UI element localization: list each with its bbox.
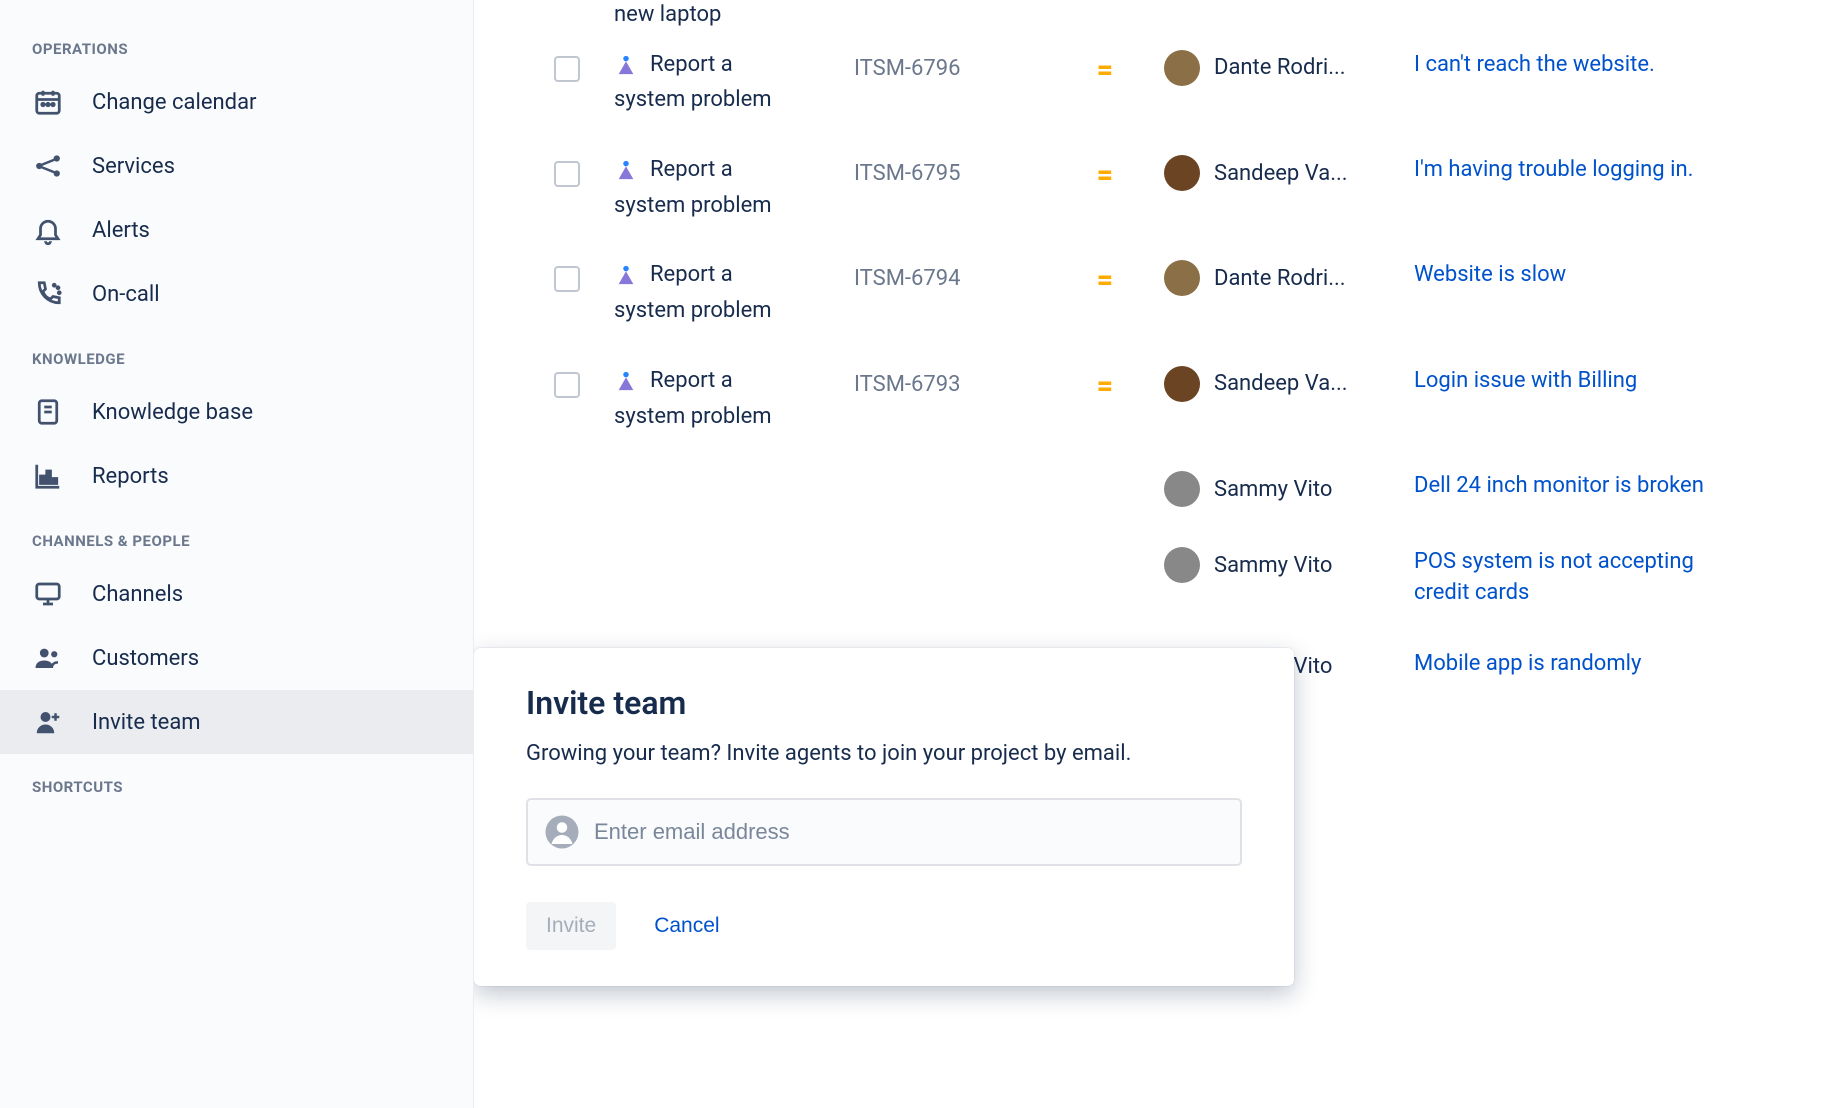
dialog-title: Invite team [526,684,1242,722]
nav-label: Invite team [92,710,201,735]
nav-label: On-call [92,282,160,307]
services-icon [32,150,64,182]
sidebar-item-alerts[interactable]: Alerts [0,198,473,262]
person-icon [544,814,580,850]
nav-label: Customers [92,646,199,671]
reporter-name: Sammy Vito [1214,553,1332,578]
priority-medium-icon: = [1097,56,1111,84]
summary-link[interactable]: Website is slow [1414,260,1566,291]
table-row: Sammy Vito POS system is not accepting c… [554,527,1844,629]
priority-medium-icon: = [1097,266,1111,294]
section-label-channels-people: CHANNELS & PEOPLE [0,508,473,562]
summary-link[interactable]: POS system is not accepting credit cards [1414,547,1734,609]
summary-link[interactable]: Login issue with Billing [1414,366,1637,397]
avatar [1164,155,1200,191]
row-checkbox[interactable] [554,56,580,82]
issue-key[interactable]: ITSM-6796 [854,50,1044,81]
table-row: Report a system problem ITSM-6795 = Sand… [554,135,1844,240]
avatar [1164,471,1200,507]
reporter-name: Dante Rodri... [1214,266,1346,291]
people-icon [32,642,64,674]
avatar [1164,547,1200,583]
request-type-text: Report a [650,260,733,290]
nav-label: Services [92,154,175,179]
sidebar-item-customers[interactable]: Customers [0,626,473,690]
email-input[interactable] [594,819,1224,845]
reporter-name: Sammy Vito [1214,477,1332,502]
sidebar: OPERATIONS Change calendar Services Aler… [0,0,474,1108]
row-checkbox[interactable] [554,372,580,398]
avatar [1164,260,1200,296]
queue-table: new laptop Report a system problem ITSM-… [554,0,1844,705]
request-type-text: new laptop [614,0,721,30]
sidebar-item-on-call[interactable]: On-call [0,262,473,326]
sidebar-item-reports[interactable]: Reports [0,444,473,508]
invite-team-dialog: Invite team Growing your team? Invite ag… [474,648,1294,986]
dialog-description: Growing your team? Invite agents to join… [526,738,1242,770]
row-checkbox[interactable] [554,266,580,292]
nav-label: Knowledge base [92,400,253,425]
summary-link[interactable]: I can't reach the website. [1414,50,1655,81]
issue-key[interactable]: ITSM-6793 [854,366,1044,397]
request-type-text: Report a [650,366,733,396]
summary-link[interactable]: Dell 24 inch monitor is broken [1414,471,1704,502]
monitor-icon [32,578,64,610]
section-label-knowledge: KNOWLEDGE [0,326,473,380]
sidebar-item-change-calendar[interactable]: Change calendar [0,70,473,134]
chart-icon [32,460,64,492]
cancel-button[interactable]: Cancel [634,902,739,950]
table-row: Report a system problem ITSM-6793 = Sand… [554,346,1844,451]
table-row: Report a system problem ITSM-6796 = Dant… [554,30,1844,135]
request-type-text: Report a [650,155,733,185]
invite-button[interactable]: Invite [526,902,616,950]
sidebar-item-services[interactable]: Services [0,134,473,198]
reporter-name: Dante Rodri... [1214,55,1346,80]
main-content: new laptop Report a system problem ITSM-… [474,0,1844,1108]
sidebar-item-knowledge-base[interactable]: Knowledge base [0,380,473,444]
section-label-shortcuts: SHORTCUTS [0,754,473,808]
avatar [1164,50,1200,86]
request-type-icon [614,53,638,77]
sidebar-item-channels[interactable]: Channels [0,562,473,626]
bell-icon [32,214,64,246]
summary-link[interactable]: Mobile app is randomly [1414,649,1641,680]
avatar [1164,366,1200,402]
calendar-icon [32,86,64,118]
reporter-name: Sandeep Va... [1214,161,1348,186]
request-type-icon [614,158,638,182]
email-input-wrapper[interactable] [526,798,1242,866]
table-row: new laptop [554,0,1844,30]
summary-link[interactable]: I'm having trouble logging in. [1414,155,1693,186]
table-row: Sammy Vito Dell 24 inch monitor is broke… [554,451,1844,527]
reporter-name: Sandeep Va... [1214,371,1348,396]
user-plus-icon [32,706,64,738]
phone-icon [32,278,64,310]
row-checkbox[interactable] [554,161,580,187]
sidebar-item-invite-team[interactable]: Invite team [0,690,473,754]
nav-label: Change calendar [92,90,257,115]
book-icon [32,396,64,428]
nav-label: Alerts [92,218,150,243]
section-label-operations: OPERATIONS [0,16,473,70]
table-row: Report a system problem ITSM-6794 = Dant… [554,240,1844,345]
issue-key[interactable]: ITSM-6795 [854,155,1044,186]
priority-medium-icon: = [1097,372,1111,400]
request-type-icon [614,369,638,393]
priority-medium-icon: = [1097,161,1111,189]
nav-label: Reports [92,464,169,489]
nav-label: Channels [92,582,183,607]
request-type-icon [614,263,638,287]
issue-key[interactable]: ITSM-6794 [854,260,1044,291]
